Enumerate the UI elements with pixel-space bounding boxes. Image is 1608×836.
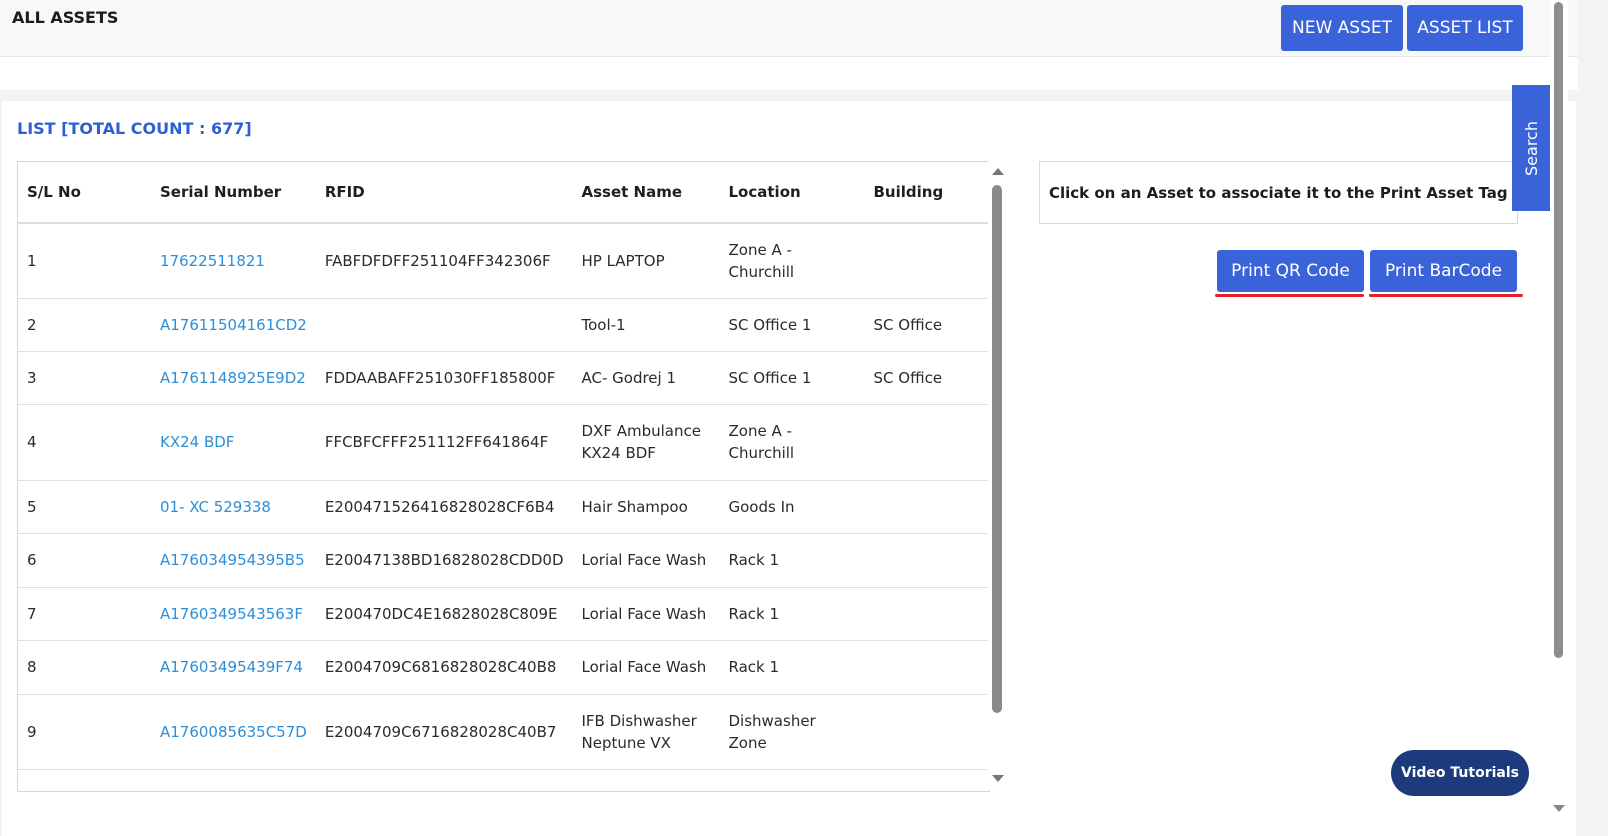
- cell-location: Zone A - Churchill: [719, 404, 865, 481]
- new-asset-button[interactable]: NEW ASSET: [1281, 5, 1403, 51]
- table-scrollbar-thumb[interactable]: [992, 185, 1002, 713]
- table-row[interactable]: 9 A1760085635C57D E2004709C6716828028C40…: [18, 694, 988, 770]
- scroll-up-arrow-icon[interactable]: [992, 168, 1004, 175]
- search-tab-label: Search: [1521, 120, 1541, 176]
- cell-location: Rack 1: [719, 640, 865, 695]
- cell-building: [864, 404, 988, 481]
- print-barcode-button[interactable]: Print BarCode: [1370, 250, 1517, 292]
- list-title: LIST [TOTAL COUNT : 677]: [17, 119, 252, 138]
- cell-sl-no: 8: [18, 640, 151, 695]
- column-header-building[interactable]: Building: [864, 162, 988, 224]
- cell-serial-link[interactable]: A1760085635C57D: [151, 694, 316, 770]
- cell-serial-link[interactable]: 01- XC 529338: [151, 480, 316, 534]
- cell-sl-no: 7: [18, 587, 151, 641]
- cell-asset-name: Lorial Face Wash: [572, 533, 720, 588]
- cell-serial-link[interactable]: A17603495439F74: [151, 640, 316, 695]
- cell-building: [864, 480, 988, 534]
- scroll-down-arrow-icon[interactable]: [992, 775, 1004, 782]
- assets-table-container: S/L No Serial Number RFID Asset Name Loc…: [17, 161, 990, 792]
- cell-rfid: [315, 298, 573, 352]
- table-row[interactable]: 3 A1761148925E9D2 FDDAABAFF251030FF18580…: [18, 351, 988, 405]
- cell-building: [864, 694, 988, 770]
- column-header-sl-no[interactable]: S/L No: [18, 162, 151, 224]
- cell-rfid: FABFDFDFF251104FF342306F: [315, 223, 573, 299]
- cell-building: [864, 223, 988, 299]
- cell-location: Dishwasher Zone: [719, 694, 865, 770]
- page-scrollbar-thumb[interactable]: [1554, 2, 1563, 658]
- page-title: ALL ASSETS: [12, 8, 119, 27]
- cell-rfid: E200470DC4E16828028C809E: [315, 587, 573, 641]
- cell-asset-name: Hair Shampoo: [572, 480, 720, 534]
- cell-serial-link[interactable]: A17611504161CD2: [151, 298, 316, 352]
- cell-rfid: E2004709C6816828028C40B8: [315, 640, 573, 695]
- table-row[interactable]: 1 17622511821 FABFDFDFF251104FF342306F H…: [18, 223, 988, 299]
- video-tutorials-button[interactable]: Video Tutorials: [1391, 750, 1529, 796]
- table-row[interactable]: 8 A17603495439F74 E2004709C6816828028C40…: [18, 640, 988, 695]
- cell-asset-name: DXF Ambulance KX24 BDF: [572, 404, 720, 481]
- cell-asset-name: Lorial Face Wash: [572, 640, 720, 695]
- cell-location: SC Office 1: [719, 298, 865, 352]
- table-row-partial[interactable]: [18, 769, 988, 791]
- cell-serial-link[interactable]: A1760349543563F: [151, 587, 316, 641]
- table-row[interactable]: 2 A17611504161CD2 Tool-1 SC Office 1 SC …: [18, 298, 988, 352]
- cell-location: Goods In: [719, 480, 865, 534]
- page-header: ALL ASSETS NEW ASSET ASSET LIST: [0, 0, 1578, 57]
- cell-asset-name: Lorial Face Wash: [572, 587, 720, 641]
- cell-serial-link[interactable]: KX24 BDF: [151, 404, 316, 481]
- cell-serial-link[interactable]: 17622511821: [151, 223, 316, 299]
- cell-sl-no: 9: [18, 694, 151, 770]
- cell-location: Rack 1: [719, 587, 865, 641]
- column-header-location[interactable]: Location: [719, 162, 865, 224]
- barcode-button-underline: [1369, 294, 1523, 297]
- cell-rfid: E20047138BD16828028CDD0D: [315, 533, 573, 588]
- cell-asset-name: Tool-1: [572, 298, 720, 352]
- cell-sl-no: 6: [18, 533, 151, 588]
- cell-location: SC Office 1: [719, 351, 865, 405]
- cell-rfid: FDDAABAFF251030FF185800F: [315, 351, 573, 405]
- table-scrollbar[interactable]: [988, 161, 1007, 790]
- table-row[interactable]: 6 A176034954395B5 E20047138BD16828028CDD…: [18, 533, 988, 588]
- cell-asset-name: IFB Dishwasher Neptune VX: [572, 694, 720, 770]
- column-header-serial-number[interactable]: Serial Number: [151, 162, 316, 224]
- print-info-box: Click on an Asset to associate it to the…: [1039, 161, 1518, 224]
- cell-sl-no: 2: [18, 298, 151, 352]
- search-side-tab[interactable]: Search: [1512, 85, 1550, 211]
- assets-table: S/L No Serial Number RFID Asset Name Loc…: [18, 162, 988, 791]
- table-row[interactable]: 4 KX24 BDF FFCBFCFFF251112FF641864F DXF …: [18, 404, 988, 481]
- cell-rfid: E2004709C6716828028C40B7: [315, 694, 573, 770]
- page-scrollbar[interactable]: [1550, 0, 1568, 836]
- page-scroll-down-arrow-icon[interactable]: [1553, 805, 1565, 812]
- cell-building: [864, 587, 988, 641]
- cell-sl-no: 3: [18, 351, 151, 405]
- cell-rfid: FFCBFCFFF251112FF641864F: [315, 404, 573, 481]
- cell-sl-no: 5: [18, 480, 151, 534]
- table-row[interactable]: 7 A1760349543563F E200470DC4E16828028C80…: [18, 587, 988, 641]
- cell-building: [864, 640, 988, 695]
- table-row[interactable]: 5 01- XC 529338 E200471526416828028CF6B4…: [18, 480, 988, 534]
- qr-button-underline: [1215, 294, 1364, 297]
- cell-location: Zone A - Churchill: [719, 223, 865, 299]
- cell-sl-no: 1: [18, 223, 151, 299]
- cell-location: Rack 1: [719, 533, 865, 588]
- asset-list-button[interactable]: ASSET LIST: [1407, 5, 1523, 51]
- cell-serial-link[interactable]: A1761148925E9D2: [151, 351, 316, 405]
- cell-building: [864, 533, 988, 588]
- header-strip: [0, 57, 1578, 90]
- print-qr-code-button[interactable]: Print QR Code: [1217, 250, 1364, 292]
- cell-building: SC Office: [864, 298, 988, 352]
- cell-rfid: E200471526416828028CF6B4: [315, 480, 573, 534]
- table-header-row: S/L No Serial Number RFID Asset Name Loc…: [18, 162, 988, 224]
- cell-asset-name: AC- Godrej 1: [572, 351, 720, 405]
- cell-serial-link[interactable]: A176034954395B5: [151, 533, 316, 588]
- column-header-rfid[interactable]: RFID: [315, 162, 573, 224]
- cell-asset-name: HP LAPTOP: [572, 223, 720, 299]
- column-header-asset-name[interactable]: Asset Name: [572, 162, 720, 224]
- print-info-text: Click on an Asset to associate it to the…: [1049, 183, 1508, 202]
- cell-building: SC Office: [864, 351, 988, 405]
- cell-sl-no: 4: [18, 404, 151, 481]
